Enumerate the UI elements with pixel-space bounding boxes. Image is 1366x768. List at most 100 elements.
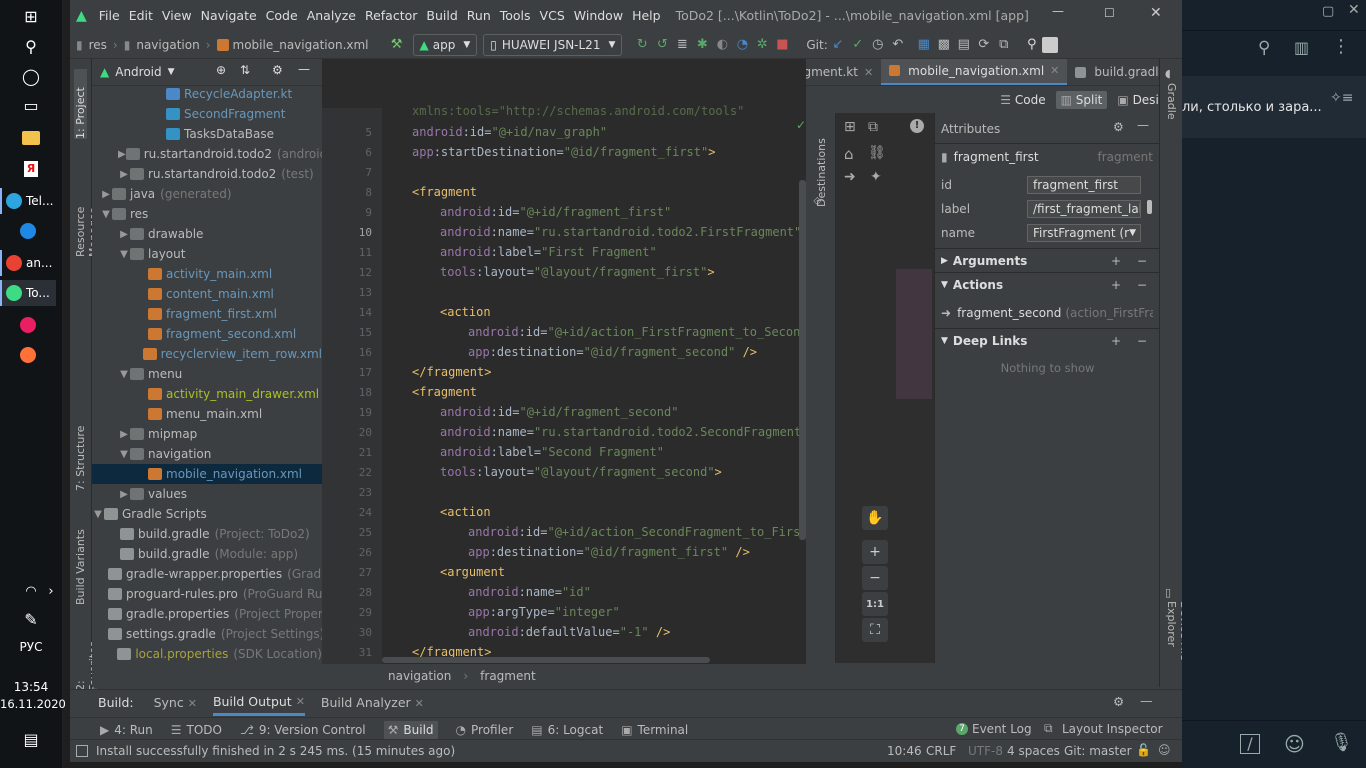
rerun-icon[interactable]: ↻ — [632, 37, 652, 52]
deep-links-section[interactable]: ▼ Deep Links + − — [935, 328, 1159, 352]
tree-item[interactable]: ▶ ru.startandroid.todo2 (androidTest) — [92, 144, 322, 164]
tree-item[interactable]: ▼ res — [92, 204, 322, 224]
tree-item[interactable]: build.gradle (Module: app) — [92, 544, 322, 564]
taskbar-app-2[interactable]: an... — [0, 250, 56, 276]
tree-item[interactable]: recyclerview_item_row.xml — [92, 344, 322, 364]
telegram-search-icon[interactable]: ⚲ — [1258, 38, 1270, 58]
chevron-right-icon[interactable]: ▶ — [118, 429, 130, 440]
project-structure-icon[interactable]: ▦ — [914, 37, 934, 52]
tree-item[interactable]: build.gradle (Project: ToDo2) — [92, 524, 322, 544]
telegram-maximize-icon[interactable]: ▢ — [1322, 4, 1334, 19]
maximize-icon[interactable]: ☐ — [1104, 6, 1115, 20]
cortana-icon[interactable]: ◯ — [16, 63, 46, 89]
taskbar-app-4[interactable] — [20, 312, 76, 338]
tree-item[interactable]: ▶ drawable — [92, 224, 322, 244]
build-tab-output[interactable]: Build Output ✕ — [212, 690, 305, 716]
taskbar-app-3[interactable]: To... — [0, 280, 56, 306]
chevron-right-icon[interactable]: ▶ — [118, 489, 130, 500]
avd-manager-icon[interactable]: ▤ — [954, 37, 974, 52]
bottom-tool-5[interactable]: ▤ 6: Logcat — [531, 723, 603, 737]
telegram-command-icon[interactable]: / — [1240, 734, 1260, 754]
breadcrumb-file[interactable]: mobile_navigation.xml — [233, 38, 369, 52]
add-action-plus-icon[interactable]: + — [1111, 278, 1121, 292]
tree-item[interactable]: RecycleAdapter.kt — [92, 86, 322, 104]
zoom-actual-size-button[interactable]: 1:1 — [862, 592, 888, 616]
settings-gear-icon[interactable]: ⚙ — [272, 63, 283, 77]
sync-gradle-icon[interactable]: ⟳ — [974, 37, 994, 52]
name-select[interactable]: FirstFragment (r ▼ — [1027, 224, 1141, 242]
tree-item[interactable]: gradle.properties (Project Properties — [92, 604, 322, 624]
tree-item[interactable]: ▶ java (generated) — [92, 184, 322, 204]
git-commit-icon[interactable]: ✓ — [848, 37, 868, 52]
locate-file-icon[interactable]: ⊕ — [216, 63, 226, 77]
status-message[interactable]: Install successfully finished in 2 s 245… — [96, 744, 455, 758]
tree-item[interactable]: proguard-rules.pro (ProGuard Rules — [92, 584, 322, 604]
tree-item[interactable]: ▶ mipmap — [92, 424, 322, 444]
yandex-browser-icon[interactable]: Я — [16, 156, 46, 182]
menu-navigate[interactable]: Navigate — [201, 8, 257, 23]
structure-tool-button[interactable]: 7: Structure — [74, 419, 87, 491]
tree-item[interactable]: TasksDataBase — [92, 124, 322, 144]
chevron-right-icon[interactable]: ▶ — [118, 169, 130, 180]
code-view-button[interactable]: ☰ Code — [1000, 93, 1045, 107]
label-field[interactable]: /first_fragment_label — [1027, 200, 1141, 218]
layout-inspector-icon[interactable]: ⧉ — [994, 37, 1014, 52]
indent-setting[interactable]: 4 spaces — [1007, 744, 1060, 758]
new-nested-graph-icon[interactable]: ⧉ — [868, 119, 878, 135]
line-separator[interactable]: CRLF — [926, 744, 956, 758]
zoom-in-icon[interactable]: + — [862, 540, 888, 564]
search-everywhere-icon[interactable]: ⚲ — [1022, 37, 1042, 52]
bottom-tool-4[interactable]: ◔ Profiler — [456, 723, 514, 737]
info-icon[interactable]: ! — [910, 119, 924, 133]
telegram-more-icon[interactable]: ⋮ — [1332, 36, 1350, 57]
profile-icon[interactable]: ◔ — [732, 37, 752, 52]
add-argument-icon[interactable]: + — [1111, 254, 1121, 268]
layout-inspector-button[interactable]: Layout Inspector — [1062, 722, 1163, 736]
tree-item[interactable]: gradle-wrapper.properties (Gradle V — [92, 564, 322, 584]
breadcrumb-navigation[interactable]: navigation — [136, 38, 199, 52]
assign-start-icon[interactable]: ⌂ — [844, 145, 854, 163]
telegram-clear-icon[interactable]: ✧≡ — [1330, 90, 1353, 106]
attach-process-icon[interactable]: ✲ — [752, 37, 772, 52]
chevron-down-icon[interactable]: ▼ — [168, 67, 175, 77]
chevron-down-icon[interactable]: ▼ — [118, 249, 130, 260]
add-deep-link-icon[interactable]: + — [1111, 334, 1121, 348]
tree-item[interactable]: mobile_navigation.xml — [92, 464, 322, 484]
bottom-tool-1[interactable]: ☰ TODO — [171, 723, 222, 737]
zoom-to-fit-icon[interactable]: ⛶ — [862, 618, 888, 642]
close-tab-icon[interactable]: ✕ — [1050, 64, 1059, 77]
menu-vcs[interactable]: VCS — [540, 8, 565, 23]
chevron-down-icon[interactable]: ▼ — [118, 449, 130, 460]
menu-tools[interactable]: Tools — [500, 8, 531, 23]
close-tab-icon[interactable]: ✕ — [864, 66, 873, 79]
caret-position[interactable]: 10:46 — [887, 744, 922, 758]
menu-code[interactable]: Code — [266, 8, 298, 23]
language-indicator[interactable]: РУС — [0, 640, 62, 654]
task-view-icon[interactable]: ▭ — [16, 92, 46, 118]
link-icon[interactable]: ⛓ — [868, 145, 886, 161]
inspector-icon[interactable]: ☺ — [1158, 743, 1171, 757]
tree-item[interactable]: settings.gradle (Project Settings) — [92, 624, 322, 644]
taskbar-app-1[interactable] — [20, 218, 76, 244]
tree-item[interactable]: SecondFragment — [92, 104, 322, 124]
chevron-right-icon[interactable]: ▶ — [118, 229, 130, 240]
bottom-tool-6[interactable]: ▣ Terminal — [621, 723, 688, 737]
hide-panel-icon[interactable]: — — [298, 62, 310, 76]
menu-refactor[interactable]: Refactor — [365, 8, 417, 23]
chevron-right-icon[interactable]: ▶ — [100, 189, 112, 200]
apply-code-changes-icon[interactable]: ≣ — [672, 37, 692, 52]
breadcrumb-navigation-tag[interactable]: navigation — [388, 669, 451, 683]
git-update-icon[interactable]: ↙ — [828, 37, 848, 52]
sdk-manager-icon[interactable]: ▩ — [934, 37, 954, 52]
action-item[interactable]: ➜ fragment_second (action_FirstFragme — [941, 303, 1153, 323]
chevron-down-icon[interactable]: ▼ — [100, 209, 112, 220]
editor-tab[interactable]: mobile_navigation.xml ✕ — [881, 59, 1068, 85]
user-avatar[interactable] — [1041, 36, 1058, 53]
search-icon[interactable]: ⚲ — [16, 33, 46, 59]
zoom-out-icon[interactable]: − — [862, 566, 888, 590]
project-tool-button[interactable]: 1: Project — [74, 69, 87, 139]
build-tab-analyzer[interactable]: Build Analyzer ✕ — [321, 695, 424, 710]
telegram-sidebar-icon[interactable]: ▥ — [1294, 38, 1309, 57]
editor-vertical-scrollbar[interactable] — [799, 180, 806, 540]
make-project-icon[interactable]: ⚒ — [387, 37, 407, 52]
